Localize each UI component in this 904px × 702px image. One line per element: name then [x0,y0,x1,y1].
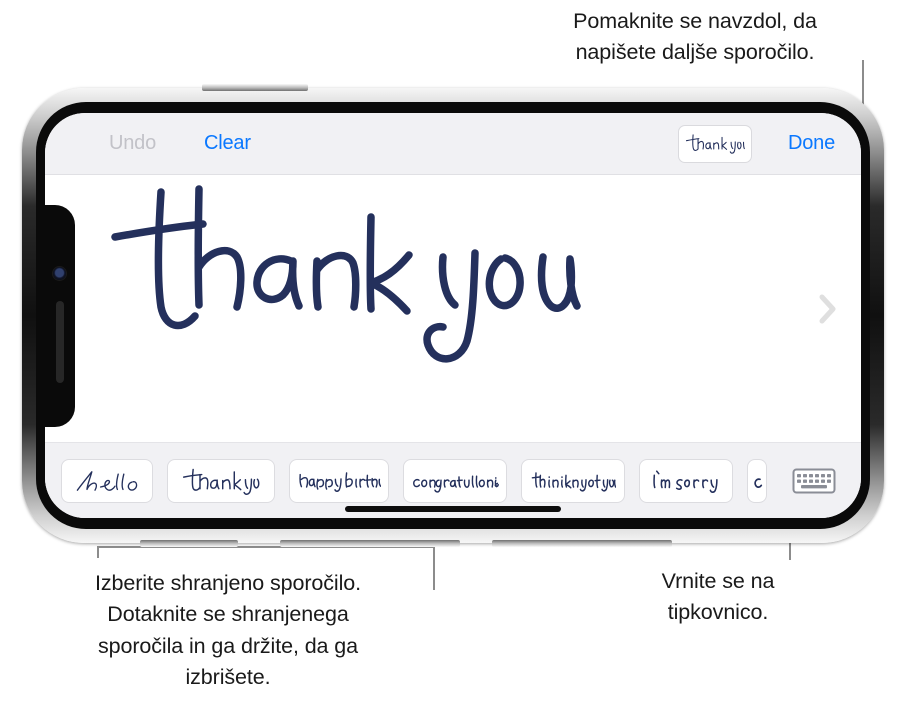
handwriting-canvas[interactable] [45,175,861,442]
earpiece-speaker [56,300,64,383]
side-button-3[interactable] [492,540,672,547]
callout-saved-messages: Izberite shranjeno sporočilo. Dotaknite … [95,571,361,690]
keyboard-icon [792,468,836,493]
handwriting-congratulations-icon [413,474,499,493]
saved-message-preview-chip[interactable] [677,124,752,163]
phone-screen: Undo Clear Done [45,113,861,518]
handwriting-im-sorry-icon [653,469,718,493]
leader-line-saved-bracket-right [433,546,435,590]
chevron-right-icon[interactable] [817,292,839,326]
handwriting-partial-icon [754,477,763,488]
iphone-device-frame: Undo Clear Done [22,84,884,547]
handwriting-thank-you-icon [182,468,260,495]
saved-message-partial[interactable] [747,458,767,503]
saved-message-congratulations[interactable] [403,458,507,503]
clear-button[interactable]: Clear [204,132,251,155]
handwriting-hello-icon [76,470,138,491]
callout-return-to-keyboard: Vrnite se na tipkovnico. [661,569,775,625]
handwritten-thank-you-ink [111,185,581,363]
side-button-1[interactable] [140,540,238,547]
keyboard-button[interactable] [789,462,839,499]
leader-line-saved-bracket-left [97,546,99,558]
saved-message-thank-you[interactable] [167,458,275,503]
handwriting-toolbar: Undo Clear Done [45,113,861,175]
volume-button[interactable] [202,84,308,91]
handwriting-thankyou-small-icon [685,133,745,154]
saved-message-thinking-of-you[interactable] [521,458,625,503]
saved-message-hello[interactable] [61,458,153,503]
saved-message-happy-birthday[interactable] [289,458,389,503]
undo-button[interactable]: Undo [109,132,156,155]
side-button-2[interactable] [280,540,460,547]
handwriting-thinking-of-you-icon [531,471,616,492]
device-bezel: Undo Clear Done [36,102,870,529]
home-indicator[interactable] [345,506,561,512]
saved-message-im-sorry[interactable] [639,458,733,503]
screenshot-stage: Pomaknite se navzdol, da napišete daljše… [0,0,904,702]
front-camera-icon [53,266,66,280]
handwriting-happy-birthday-icon [299,471,381,492]
device-notch [45,204,75,427]
done-button[interactable]: Done [788,132,835,155]
callout-scroll-down: Pomaknite se navzdol, da napišete daljše… [573,9,817,65]
